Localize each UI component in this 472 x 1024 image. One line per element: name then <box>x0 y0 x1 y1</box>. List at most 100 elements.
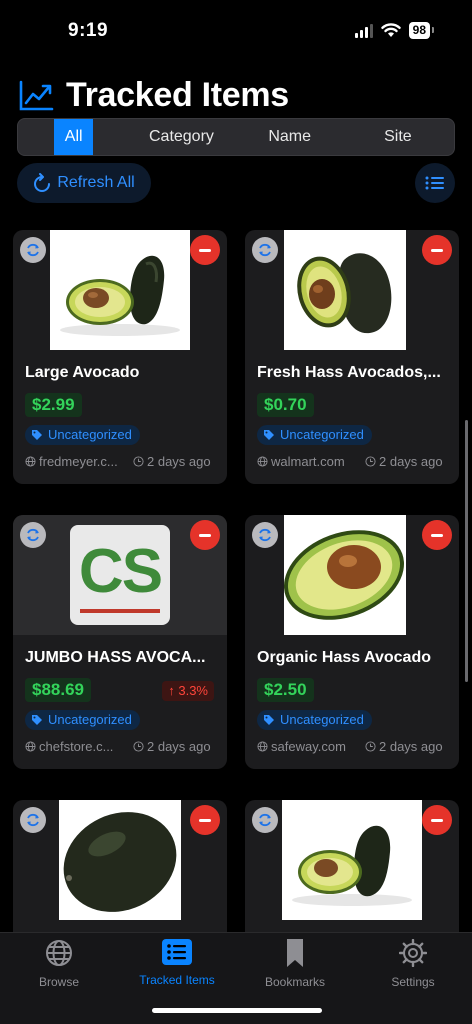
globe-icon <box>25 456 36 467</box>
refresh-all-button[interactable]: Refresh All <box>17 163 151 203</box>
segment-site[interactable]: Site <box>344 119 452 155</box>
tab-label: Bookmarks <box>264 975 326 989</box>
item-refresh-button[interactable] <box>20 807 46 833</box>
category-tag[interactable]: Uncategorized <box>257 710 372 730</box>
tag-icon <box>264 715 274 725</box>
item-refresh-button[interactable] <box>20 522 46 548</box>
item-card[interactable]: Organic Hass Avocado $2.50 Uncategorized… <box>245 515 459 769</box>
category-label: Uncategorized <box>48 427 132 442</box>
item-name: Organic Hass Avocado <box>257 649 431 666</box>
item-meta: safeway.com 2 days ago <box>257 739 457 754</box>
globe-icon <box>46 940 72 966</box>
tag-icon <box>32 715 42 725</box>
avocado-half-image <box>283 530 404 620</box>
item-updated: 2 days ago <box>379 454 443 469</box>
gear-icon <box>399 939 427 967</box>
arrow-up-icon: ↑ <box>168 683 179 698</box>
item-card[interactable]: CS JUMBO HASS AVOCA... $88.69 ↑ 3.3% Unc… <box>13 515 227 769</box>
price-change-value: 3.3% <box>178 683 208 698</box>
tag-icon <box>32 430 42 440</box>
avocado-whole-image <box>63 812 177 912</box>
item-meta: fredmeyer.c... 2 days ago <box>25 454 225 469</box>
tab-browse[interactable]: Browse <box>0 939 118 989</box>
item-refresh-button[interactable] <box>252 807 278 833</box>
tab-bookmarks[interactable]: Bookmarks <box>236 939 354 989</box>
tab-label: Tracked Items <box>139 973 215 987</box>
item-updated: 2 days ago <box>147 454 211 469</box>
category-tag[interactable]: Uncategorized <box>25 710 140 730</box>
segment-category[interactable]: Category <box>127 119 235 155</box>
minus-icon <box>431 248 443 252</box>
clock-icon <box>133 456 144 467</box>
filter-segmented-control: All Category Name Site <box>17 118 455 156</box>
item-refresh-button[interactable] <box>252 522 278 548</box>
cellular-signal-icon <box>354 23 373 38</box>
item-card[interactable]: Fresh Hass Avocados,... $0.70 Uncategori… <box>245 230 459 484</box>
item-site: fredmeyer.c... <box>39 454 118 469</box>
clock-icon <box>365 456 376 467</box>
avocado-half-image <box>60 255 180 336</box>
refresh-icon <box>27 528 39 542</box>
price-change-badge: ↑ 3.3% <box>162 681 214 701</box>
remove-item-button[interactable] <box>422 235 452 265</box>
remove-item-button[interactable] <box>422 520 452 550</box>
status-bar: 9:19 98 <box>0 0 472 60</box>
item-price: $0.70 <box>257 393 314 417</box>
wifi-icon <box>380 23 401 37</box>
status-time: 9:19 <box>68 20 109 41</box>
item-card[interactable]: Large Avocado $2.99 Uncategorized fredme… <box>13 230 227 484</box>
item-site: safeway.com <box>271 739 346 754</box>
refresh-icon <box>259 243 271 257</box>
page-header: Tracked Items <box>18 76 289 115</box>
category-label: Uncategorized <box>280 712 364 727</box>
tag-icon <box>264 430 274 440</box>
tab-label: Settings <box>391 975 435 989</box>
scroll-indicator[interactable] <box>465 420 468 682</box>
category-label: Uncategorized <box>48 712 132 727</box>
home-indicator <box>152 1008 322 1013</box>
globe-icon <box>25 741 36 752</box>
tab-tracked-items[interactable]: Tracked Items <box>118 939 236 987</box>
globe-icon <box>257 741 268 752</box>
item-name: Fresh Hass Avocados,... <box>257 364 441 381</box>
item-refresh-button[interactable] <box>20 237 46 263</box>
item-updated: 2 days ago <box>147 739 211 754</box>
chefstore-logo: CS <box>70 525 170 625</box>
list-view-button[interactable] <box>415 163 455 203</box>
remove-item-button[interactable] <box>422 805 452 835</box>
remove-item-button[interactable] <box>190 805 220 835</box>
item-price: $2.50 <box>257 678 314 702</box>
item-updated: 2 days ago <box>379 739 443 754</box>
item-price: $2.99 <box>25 393 82 417</box>
refresh-icon <box>259 813 271 827</box>
tab-label: Browse <box>38 975 79 989</box>
battery-indicator: 98 <box>408 22 435 39</box>
minus-icon <box>199 533 211 537</box>
remove-item-button[interactable] <box>190 520 220 550</box>
item-site: walmart.com <box>271 454 345 469</box>
refresh-icon <box>34 173 51 192</box>
item-refresh-button[interactable] <box>252 237 278 263</box>
refresh-all-label: Refresh All <box>57 174 135 191</box>
item-meta: chefstore.c... 2 days ago <box>25 739 225 754</box>
globe-icon <box>257 456 268 467</box>
segment-all[interactable]: All <box>54 119 94 155</box>
category-tag[interactable]: Uncategorized <box>257 425 372 445</box>
category-tag[interactable]: Uncategorized <box>25 425 140 445</box>
list-icon <box>162 939 192 965</box>
refresh-icon <box>27 243 39 257</box>
minus-icon <box>431 533 443 537</box>
item-price: $88.69 <box>25 678 91 702</box>
minus-icon <box>199 818 211 822</box>
status-icons: 98 <box>354 22 435 39</box>
avocado-half-image <box>292 825 412 906</box>
segment-name[interactable]: Name <box>236 119 344 155</box>
tab-settings[interactable]: Settings <box>354 939 472 989</box>
item-site: chefstore.c... <box>39 739 114 754</box>
refresh-icon <box>259 528 271 542</box>
item-name: JUMBO HASS AVOCA... <box>25 649 206 666</box>
remove-item-button[interactable] <box>190 235 220 265</box>
chart-line-icon <box>19 80 54 110</box>
clock-icon <box>133 741 144 752</box>
bookmark-icon <box>287 939 303 967</box>
